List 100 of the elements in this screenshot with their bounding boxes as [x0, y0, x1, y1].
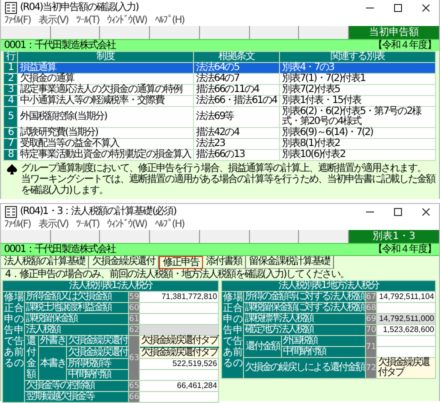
- tab-link[interactable]: 欠損金繰戻還付タブ: [140, 348, 218, 358]
- row-number: 4: [4, 96, 18, 106]
- row-label: 課税留保金額: [24, 314, 128, 324]
- amount-field[interactable]: [377, 336, 436, 346]
- table-cell: 中小通算法人等の軽減税率・交際費: [18, 96, 194, 106]
- table-cell: 別表1付表・15付表: [279, 96, 436, 106]
- row-label: 中間納付額: [282, 346, 366, 358]
- row-label: 課税土地譲渡利益金額: [24, 302, 128, 314]
- table-cell: 別表8(1)付表2: [279, 138, 436, 150]
- menu-item[interactable]: ﾌｧｲﾙ(F): [4, 15, 31, 26]
- table-cell: 外国税額控除(当期分): [18, 106, 194, 128]
- maximize-icon[interactable]: [393, 206, 403, 216]
- tab[interactable]: 修正申告: [159, 256, 203, 269]
- form-button[interactable]: 別表1・3: [348, 230, 440, 243]
- table-cell: 措法66の13: [194, 150, 280, 160]
- amount-field[interactable]: 522,519,526: [140, 359, 218, 369]
- amount-field[interactable]: 66,461,284: [140, 381, 218, 391]
- form-button[interactable]: 当初申告額: [348, 26, 440, 39]
- row-label: 確定地方法人税額: [244, 324, 366, 336]
- side-label: 修正申告である: [4, 292, 14, 369]
- table-row[interactable]: 3 認定事業適応法人の欠損金の通算の特例 措法66の11の4 別表7(2)付表5: [4, 84, 436, 96]
- amount-field[interactable]: [140, 370, 218, 380]
- column-header: 行: [4, 52, 18, 62]
- column-header: 根拠条文: [194, 52, 280, 62]
- amount-field[interactable]: [140, 392, 218, 402]
- table-row[interactable]: 6 試験研究費(当期分) 措法42の4 別表6(9)～6(14)・7(2): [4, 128, 436, 138]
- table-cell: 認定事業適応法人の欠損金の通算の特例: [18, 84, 194, 96]
- table-cell: 法法69等: [194, 106, 280, 128]
- window-title: (R04)当初申告額の確認(入力): [20, 2, 140, 14]
- company-name: 0001：千代田製造株式会社: [4, 40, 116, 51]
- table-row[interactable]: 2 欠損金の通算 法法64の7 別表7(1)・7(2)付表1: [4, 74, 436, 84]
- table-row[interactable]: 4 中小通算法人等の軽減税率・交際費 法法66・措法61の4 別表1付表・15付表: [4, 96, 436, 106]
- row-group-label: 還付金額: [26, 336, 36, 380]
- amount-field[interactable]: 1,523,628,600: [377, 325, 436, 335]
- note-text: グループ通算制度において、修正申告を行う場合、損益通算等の計算上、遮断措置が適用されます。: [21, 163, 426, 174]
- row-label: 欠損金の繰戻しによる還付金額: [244, 358, 366, 378]
- table-cell: 別表10(6)付表2: [279, 150, 436, 160]
- row-number: 2: [4, 74, 18, 84]
- table-cell: 法法64の5: [194, 62, 280, 74]
- row-label: 所得金額又は欠損金額: [24, 292, 128, 302]
- amount-field[interactable]: [377, 347, 436, 357]
- row-group-label: 本書き: [38, 346, 66, 380]
- amount-field[interactable]: [140, 303, 218, 313]
- row-label: 翌期繰越欠損金等: [24, 392, 128, 402]
- row-label: 所得税額等: [66, 358, 128, 370]
- line-number: 71: [366, 336, 377, 358]
- company-name: 0001：千代田製造株式会社: [4, 244, 116, 255]
- menu-item[interactable]: ﾍﾙﾌﾟ(H): [154, 15, 184, 26]
- row-number: 5: [4, 106, 18, 128]
- amount-field[interactable]: [377, 303, 436, 313]
- row-group-label: 還付金額: [244, 336, 282, 358]
- table-cell: 受取配当等の益金不算入: [18, 138, 194, 150]
- amount-field[interactable]: 14,792,511,104: [377, 292, 436, 302]
- table-cell: 措法66の11の4: [194, 84, 280, 96]
- table-title: 法人税別表1:地方法人税分: [222, 280, 436, 292]
- table-cell: 欠損金の通算: [18, 74, 194, 84]
- table-title: 法人税別表1:法人税分: [2, 280, 219, 292]
- amount-field[interactable]: 71,381,772,810: [140, 292, 218, 302]
- row-label: 欠損金繰戻還付: [66, 336, 128, 346]
- menu-item[interactable]: ｳｨﾝﾄﾞｳ(W): [107, 219, 147, 230]
- table-cell: 別表7(1)・7(2)付表1: [279, 74, 436, 84]
- table-cell: 試験研究費(当期分): [18, 128, 194, 138]
- menu-item[interactable]: ﾂｰﾙ(T): [76, 219, 100, 230]
- table-row[interactable]: 1 損益通算 法法64の5 別表4・7の3: [4, 62, 436, 74]
- close-icon[interactable]: [421, 2, 431, 12]
- row-number: 6: [4, 128, 18, 138]
- maximize-icon[interactable]: [393, 2, 403, 12]
- row-number: 8: [4, 150, 18, 160]
- row-label: 所得の金額等に対する法人税額: [244, 292, 366, 302]
- table-row[interactable]: 8 特定事業活動出資金の特別勘定の損金算入 措法66の13 別表10(6)付表2: [4, 150, 436, 160]
- close-icon[interactable]: [421, 206, 431, 216]
- row-label: 中間納付額: [66, 370, 128, 380]
- table-row[interactable]: 7 受取配当等の益金不算入 法法23 別表8(1)付表2: [4, 138, 436, 150]
- menu-item[interactable]: ﾂｰﾙ(T): [76, 15, 100, 26]
- table-cell: 法法64の7: [194, 74, 280, 84]
- row-label: 欠損金繰戻還付: [66, 346, 128, 358]
- row-number: 3: [4, 84, 18, 96]
- row-number: 1: [4, 62, 18, 74]
- column-header: 関連する別表: [279, 52, 436, 62]
- side-label: 場合の申告前の: [233, 292, 244, 369]
- spade-icon: [7, 164, 17, 175]
- tab-link[interactable]: 欠損金繰戻還付タブ: [140, 336, 218, 346]
- table-cell: 措法42の4: [194, 128, 280, 138]
- table-row[interactable]: 5 外国税額控除(当期分) 法法69等 別表6(2)・6(2)付表5・第7号の2様式・第20号の4様式: [4, 106, 436, 128]
- menu-item[interactable]: ﾌｧｲﾙ(F): [4, 219, 31, 230]
- amount-field[interactable]: [140, 314, 218, 324]
- row-label: 法人税額: [24, 324, 128, 336]
- menu-item[interactable]: ﾍﾙﾌﾟ(H): [154, 219, 184, 230]
- row-label: 外国税額: [282, 336, 366, 346]
- window-title: (R04)1・3：法人税額の計算基礎(必須): [20, 206, 178, 218]
- row-number: 7: [4, 138, 18, 150]
- line-number: 63: [128, 336, 140, 380]
- menu-item[interactable]: 表示(V): [38, 219, 68, 230]
- side-label: 場合の申告前の: [14, 292, 24, 369]
- menu-item[interactable]: ｳｨﾝﾄﾞｳ(W): [107, 15, 147, 26]
- menu-item[interactable]: 表示(V): [38, 15, 68, 26]
- fiscal-year: 【令和４年度】: [373, 40, 436, 51]
- row-label: 欠損金等の控除額: [24, 380, 128, 392]
- table-cell: 別表4・7の3: [279, 62, 436, 74]
- tab-link[interactable]: 欠損金繰戻還付タブ: [377, 358, 436, 378]
